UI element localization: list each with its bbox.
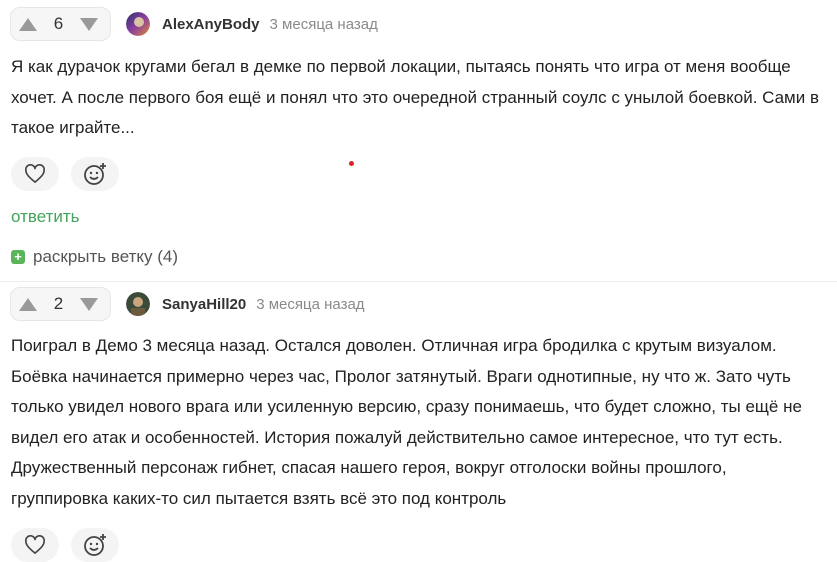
comment-author: SanyaHill20 3 месяца назад — [126, 291, 365, 317]
arrow-up-icon — [19, 297, 37, 311]
upvote-button[interactable] — [11, 7, 45, 41]
comment-text: Поиграл в Демо 3 месяца назад. Остался д… — [11, 336, 802, 508]
add-reaction-button[interactable] — [71, 157, 119, 191]
reply-link[interactable]: ответить — [11, 207, 80, 227]
heart-icon — [25, 164, 45, 183]
vote-widget: 2 — [10, 287, 111, 321]
expand-thread-label: раскрыть ветку (4) — [33, 247, 179, 266]
arrow-up-icon — [19, 17, 37, 31]
downvote-button[interactable] — [72, 287, 106, 321]
avatar[interactable] — [126, 12, 150, 36]
upvote-button[interactable] — [11, 287, 45, 321]
avatar-image — [126, 12, 150, 36]
plus-icon: + — [11, 250, 25, 264]
expand-thread-button[interactable]: + раскрыть ветку (4) — [11, 247, 178, 267]
comment-text: Я как дурачок кругами бегал в демке по п… — [11, 57, 819, 137]
vote-count: 2 — [53, 294, 64, 313]
divider — [0, 281, 837, 282]
emoji-add-icon — [84, 534, 106, 556]
like-button[interactable] — [11, 157, 59, 191]
emoji-add-icon — [84, 163, 106, 185]
vote-widget: 6 — [10, 7, 111, 41]
comment-author: AlexAnyBody 3 месяца назад — [126, 11, 378, 37]
avatar[interactable] — [126, 292, 150, 316]
comment-date[interactable]: 3 месяца назад — [270, 16, 378, 33]
arrow-down-icon — [80, 17, 98, 31]
heart-icon — [25, 535, 45, 554]
downvote-button[interactable] — [72, 7, 106, 41]
avatar-image — [126, 292, 150, 316]
username[interactable]: AlexAnyBody — [162, 16, 260, 33]
vote-count: 6 — [53, 14, 64, 33]
like-button[interactable] — [11, 528, 59, 562]
notification-dot — [349, 161, 354, 166]
add-reaction-button[interactable] — [71, 528, 119, 562]
arrow-down-icon — [80, 297, 98, 311]
comment-date[interactable]: 3 месяца назад — [256, 296, 364, 313]
username[interactable]: SanyaHill20 — [162, 296, 246, 313]
